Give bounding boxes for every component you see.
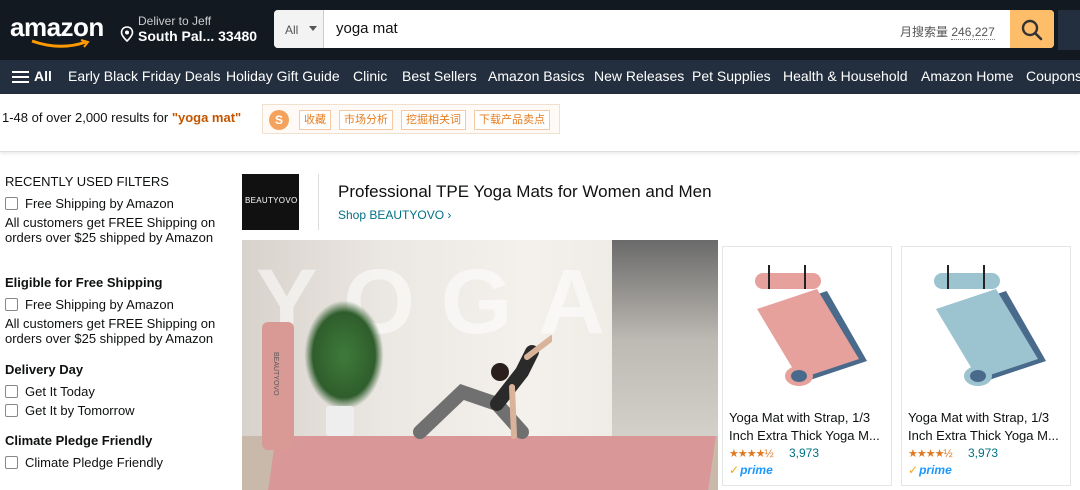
filter-label: Get It Today xyxy=(25,384,95,399)
nav-item-holiday-gift-guide[interactable]: Holiday Gift Guide xyxy=(226,68,340,84)
search-category-dropdown[interactable]: All xyxy=(274,10,324,48)
results-count: 1-48 of over 2,000 results for "yoga mat… xyxy=(2,110,241,125)
brand-hero-image[interactable]: YOGA BEAUTYOVO xyxy=(242,240,718,490)
search-button[interactable] xyxy=(1010,10,1054,48)
eligible-shipping-heading: Eligible for Free Shipping xyxy=(5,275,163,290)
delivery-day-heading: Delivery Day xyxy=(5,362,84,377)
product-image[interactable] xyxy=(727,251,887,403)
free-shipping-note: All customers get FREE Shipping on order… xyxy=(5,316,216,346)
prime-check-icon: ✓ xyxy=(729,463,740,477)
star-rating-icon[interactable]: ★★★★½ xyxy=(729,447,774,460)
product-title-line: Inch Extra Thick Yoga M... xyxy=(908,428,1059,443)
brand-logo-text: BEAUTYOVO xyxy=(245,196,298,205)
free-shipping-note: All customers get FREE Shipping on order… xyxy=(5,215,216,245)
nav-item-amazon-home[interactable]: Amazon Home xyxy=(921,68,1014,84)
search-volume-label: 月搜索量 xyxy=(900,25,949,39)
product-card[interactable]: Yoga Mat with Strap, 1/3 Inch Extra Thic… xyxy=(901,246,1071,486)
nav-item-health-household[interactable]: Health & Household xyxy=(783,68,908,84)
filter-sidebar: RECENTLY USED FILTERS Free Shipping by A… xyxy=(0,160,230,490)
product-title-line: Yoga Mat with Strap, 1/3 xyxy=(729,410,871,425)
top-header: amazon Deliver to Jeff South Pal... 3348… xyxy=(0,0,1080,60)
hamburger-icon xyxy=(12,71,29,84)
nav-item-new-releases[interactable]: New Releases xyxy=(594,68,684,84)
smile-icon xyxy=(31,39,90,48)
plant-pot-image xyxy=(326,406,354,436)
plugin-toolbar: S 收藏 市场分析 挖掘相关词 下载产品卖点 xyxy=(262,104,560,134)
nav-item-best-sellers[interactable]: Best Sellers xyxy=(402,68,477,84)
rating-count[interactable]: 3,973 xyxy=(968,446,998,460)
nav-item-early-black-friday[interactable]: Early Black Friday Deals xyxy=(68,68,221,84)
filter-label: Free Shipping by Amazon xyxy=(25,297,174,312)
checkbox-icon[interactable] xyxy=(5,404,18,417)
checkbox-icon[interactable] xyxy=(5,385,18,398)
checkbox-icon[interactable] xyxy=(5,298,18,311)
brand-divider xyxy=(318,174,319,230)
prime-badge: ✓prime xyxy=(729,463,773,477)
nav-item-coupons[interactable]: Coupons xyxy=(1026,68,1080,84)
search-bar: All yoga mat 月搜索量 246,227 xyxy=(274,10,1054,48)
yoga-pose-figure xyxy=(413,335,552,439)
rolled-mat-image: BEAUTYOVO xyxy=(262,322,294,450)
yoga-mat-image xyxy=(268,436,716,490)
search-volume: 月搜索量 246,227 xyxy=(900,23,995,40)
checkbox-icon[interactable] xyxy=(5,197,18,210)
climate-pledge-heading: Climate Pledge Friendly xyxy=(5,433,153,448)
prime-badge: ✓prime xyxy=(908,463,952,477)
product-image[interactable] xyxy=(906,251,1066,403)
search-category-label: All xyxy=(285,23,299,37)
prime-label: prime xyxy=(919,463,952,477)
prime-check-icon: ✓ xyxy=(908,463,919,477)
results-keyword: "yoga mat" xyxy=(171,110,242,125)
checkbox-icon[interactable] xyxy=(5,456,18,469)
rolled-mat-label: BEAUTYOVO xyxy=(272,352,279,396)
product-title[interactable]: Yoga Mat with Strap, 1/3 Inch Extra Thic… xyxy=(908,409,1066,445)
filter-label: Get It by Tomorrow xyxy=(25,403,135,418)
rating-count[interactable]: 3,973 xyxy=(789,446,819,460)
plugin-download-selling-points-button[interactable]: 下载产品卖点 xyxy=(474,110,550,130)
filter-label: Free Shipping by Amazon xyxy=(25,196,174,211)
deliver-label: Deliver to Jeff xyxy=(138,14,212,28)
product-title[interactable]: Yoga Mat with Strap, 1/3 Inch Extra Thic… xyxy=(729,409,887,445)
recent-filters-heading: RECENTLY USED FILTERS xyxy=(5,174,169,189)
shop-brand-link[interactable]: Shop BEAUTYOVO › xyxy=(338,208,451,222)
nav-item-pet-supplies[interactable]: Pet Supplies xyxy=(692,68,771,84)
amazon-logo[interactable]: amazon xyxy=(10,12,106,48)
deliver-location: South Pal... 33480 xyxy=(138,28,258,44)
plugin-favorite-button[interactable]: 收藏 xyxy=(299,110,331,130)
brand-logo[interactable]: BEAUTYOVO xyxy=(242,174,299,230)
nav-item-clinic[interactable]: Clinic xyxy=(353,68,387,84)
product-title-line: Yoga Mat with Strap, 1/3 xyxy=(908,410,1050,425)
nav-bar: All Early Black Friday Deals Holiday Gif… xyxy=(0,60,1080,94)
nav-item-amazon-basics[interactable]: Amazon Basics xyxy=(488,68,584,84)
all-menu-label: All xyxy=(34,68,52,84)
caret-down-icon xyxy=(309,26,317,31)
filter-label: Climate Pledge Friendly xyxy=(25,455,164,470)
plugin-market-analysis-button[interactable]: 市场分析 xyxy=(339,110,393,130)
prime-label: prime xyxy=(740,463,773,477)
product-title-line: Inch Extra Thick Yoga M... xyxy=(729,428,880,443)
search-icon xyxy=(1021,19,1043,41)
brand-headline[interactable]: Professional TPE Yoga Mats for Women and… xyxy=(338,182,712,202)
product-card[interactable]: Yoga Mat with Strap, 1/3 Inch Extra Thic… xyxy=(722,246,892,486)
search-input[interactable]: yoga mat xyxy=(336,20,398,37)
results-bar: 1-48 of over 2,000 results for "yoga mat… xyxy=(0,94,1080,152)
search-volume-value[interactable]: 246,227 xyxy=(951,25,995,40)
plant-image xyxy=(304,300,384,410)
plugin-related-keywords-button[interactable]: 挖掘相关词 xyxy=(401,110,466,130)
results-count-text: 1-48 of over 2,000 results for xyxy=(2,110,172,125)
plugin-logo-icon[interactable]: S xyxy=(269,110,289,130)
star-rating-icon[interactable]: ★★★★½ xyxy=(908,447,953,460)
header-edge xyxy=(1058,10,1080,50)
location-pin-icon xyxy=(120,26,134,42)
